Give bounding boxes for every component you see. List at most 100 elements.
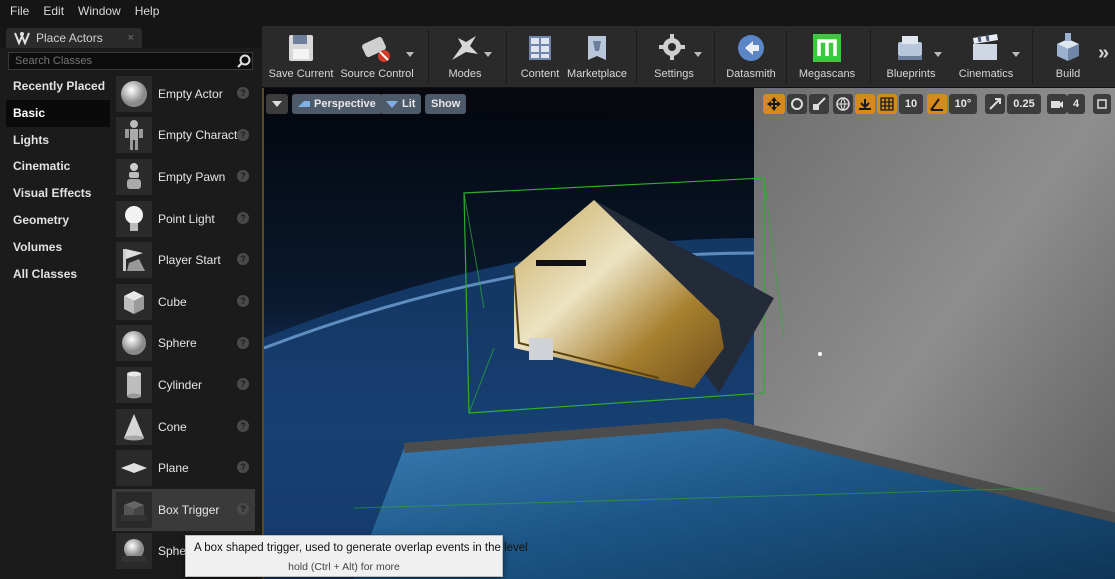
search-icon[interactable] <box>236 53 252 69</box>
info-icon[interactable]: ? <box>237 294 249 307</box>
angle-icon <box>930 98 943 111</box>
info-icon[interactable]: ? <box>237 128 249 141</box>
info-icon[interactable]: ? <box>237 502 249 515</box>
source-control-button[interactable]: Source Control <box>338 26 416 88</box>
menu-file[interactable]: File <box>10 0 29 22</box>
translate-tool-button[interactable] <box>763 94 785 114</box>
actor-box-trigger[interactable]: Box Trigger ? <box>112 488 255 531</box>
perspective-button[interactable]: Perspective <box>292 94 382 114</box>
info-icon[interactable]: ? <box>237 378 249 391</box>
category-lights[interactable]: Lights <box>6 127 110 154</box>
search-classes-input[interactable] <box>8 52 253 70</box>
category-cinematic[interactable]: Cinematic <box>6 153 110 180</box>
actor-label: Sphere <box>158 336 197 351</box>
actor-label: Empty Pawn <box>158 169 226 184</box>
category-geometry[interactable]: Geometry <box>6 207 110 234</box>
cube-icon <box>116 283 152 320</box>
show-button[interactable]: Show <box>425 94 467 114</box>
tab-place-actors[interactable]: Place Actors × <box>6 28 142 48</box>
build-button[interactable]: Build <box>1040 26 1096 88</box>
category-basic[interactable]: Basic <box>6 99 110 127</box>
marketplace-button[interactable]: Marketplace <box>564 26 630 88</box>
info-icon[interactable]: ? <box>237 87 249 99</box>
cinematics-button[interactable]: Cinematics <box>950 26 1022 88</box>
grid-icon <box>880 97 894 111</box>
cinematics-icon <box>973 34 998 60</box>
actor-label: Box Trigger <box>158 502 220 517</box>
source-control-dropdown-icon[interactable] <box>406 52 414 57</box>
light-bulb-icon <box>116 200 152 237</box>
grid-snap-button[interactable] <box>877 94 897 114</box>
category-volumes[interactable]: Volumes <box>6 234 110 261</box>
cinematics-dropdown-icon[interactable] <box>1012 52 1020 57</box>
blueprints-button[interactable]: Blueprints <box>878 26 944 88</box>
camera-icon <box>1051 101 1063 108</box>
datasmith-button[interactable]: Datasmith <box>722 26 780 88</box>
main-toolbar: Save Current Source Control Modes Conten… <box>262 26 1115 88</box>
info-icon[interactable]: ? <box>237 211 249 224</box>
info-icon[interactable]: ? <box>237 170 249 183</box>
info-icon[interactable]: ? <box>237 419 249 432</box>
menu-window[interactable]: Window <box>78 0 121 22</box>
surface-snap-button[interactable] <box>855 94 875 114</box>
actor-empty-actor[interactable]: Empty Actor ? <box>112 73 255 115</box>
toolbar-separator <box>870 30 871 84</box>
info-icon[interactable]: ? <box>237 336 249 349</box>
menu-edit[interactable]: Edit <box>43 0 64 22</box>
tab-close-icon[interactable]: × <box>128 32 134 44</box>
camera-speed-value[interactable]: 4 <box>1067 94 1085 114</box>
actor-player-start[interactable]: Player Start ? <box>112 239 255 281</box>
pawn-icon <box>116 158 152 195</box>
actor-plane[interactable]: Plane ? <box>112 447 255 489</box>
modes-icon <box>452 36 478 60</box>
rotation-snap-button[interactable] <box>927 94 947 114</box>
actor-point-light[interactable]: Point Light ? <box>112 198 255 240</box>
build-icon <box>1057 33 1079 61</box>
actor-label: Player Start <box>158 253 221 268</box>
cylinder-icon <box>116 366 152 403</box>
content-button[interactable]: Content <box>514 26 566 88</box>
world-local-button[interactable] <box>833 94 853 114</box>
scale-snap-icon <box>989 98 1001 110</box>
rotate-tool-button[interactable] <box>787 94 807 114</box>
maximize-viewport-button[interactable] <box>1093 94 1111 114</box>
info-icon[interactable]: ? <box>237 461 249 474</box>
scale-tool-button[interactable] <box>809 94 829 114</box>
viewport-options-button[interactable] <box>266 94 288 114</box>
blueprints-icon <box>898 36 922 60</box>
save-current-button[interactable]: Save Current <box>266 26 336 88</box>
cinematics-label: Cinematics <box>958 68 1014 80</box>
actor-cone[interactable]: Cone ? <box>112 406 255 448</box>
actor-label: Empty Charact <box>158 128 238 143</box>
rotation-snap-value[interactable]: 10° <box>949 94 977 114</box>
perspective-icon <box>298 101 310 107</box>
settings-button[interactable]: Settings <box>644 26 704 88</box>
actor-sphere[interactable]: Sphere ? <box>112 323 255 365</box>
grid-snap-value[interactable]: 10 <box>899 94 923 114</box>
actor-empty-character[interactable]: Empty Charact ? <box>112 115 255 157</box>
actor-cylinder[interactable]: Cylinder ? <box>112 364 255 406</box>
blueprints-dropdown-icon[interactable] <box>934 52 942 57</box>
lit-button[interactable]: Lit <box>380 94 422 114</box>
scale-snap-button[interactable] <box>985 94 1005 114</box>
menu-help[interactable]: Help <box>135 0 160 22</box>
tooltip-text: A box shaped trigger, used to generate o… <box>194 542 528 554</box>
category-visual-effects[interactable]: Visual Effects <box>6 180 110 207</box>
scale-snap-value[interactable]: 0.25 <box>1007 94 1041 114</box>
megascans-label: Megascans <box>798 68 856 80</box>
modes-dropdown-icon[interactable] <box>484 52 492 57</box>
toolbar-more-icon[interactable]: » <box>1098 42 1109 65</box>
actor-cube[interactable]: Cube ? <box>112 281 255 323</box>
modes-button[interactable]: Modes <box>436 26 494 88</box>
settings-dropdown-icon[interactable] <box>694 52 702 57</box>
content-icon <box>529 36 551 60</box>
tooltip-hint: hold (Ctrl + Alt) for more <box>288 561 400 573</box>
category-recently-placed[interactable]: Recently Placed <box>6 73 110 100</box>
camera-speed-button[interactable] <box>1047 94 1067 114</box>
megascans-button[interactable]: Megascans <box>794 26 860 88</box>
surface-snap-icon <box>859 99 871 110</box>
info-icon[interactable]: ? <box>237 253 249 266</box>
category-all-classes[interactable]: All Classes <box>6 261 110 288</box>
actor-empty-pawn[interactable]: Empty Pawn ? <box>112 156 255 198</box>
level-viewport[interactable] <box>262 88 1115 579</box>
